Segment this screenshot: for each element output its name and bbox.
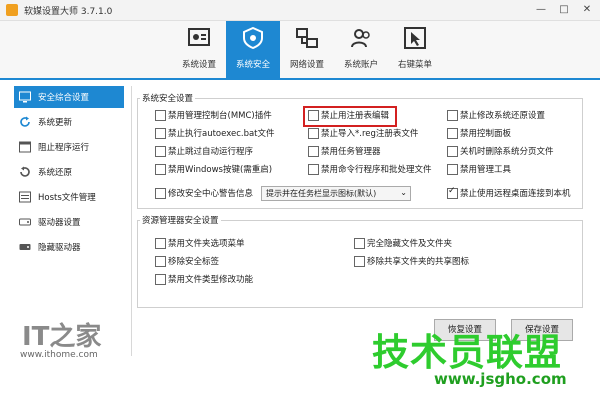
hidden-drive-icon bbox=[19, 244, 31, 250]
sidebar-item-label: 安全综合设置 bbox=[38, 93, 90, 103]
hosts-icon bbox=[19, 191, 31, 203]
title-bar: 软媒设置大师 3.7.1.0 — □ ✕ bbox=[0, 0, 600, 21]
checkbox-box[interactable] bbox=[155, 146, 166, 157]
checkbox-label: 禁用文件夹选项菜单 bbox=[168, 239, 245, 249]
checkbox-box[interactable] bbox=[354, 256, 365, 267]
sidebar-item-system-restore[interactable]: 系统还原 bbox=[14, 161, 124, 183]
window-title: 软媒设置大师 3.7.1.0 bbox=[24, 7, 113, 17]
restore-icon bbox=[20, 166, 30, 177]
checkbox-label: 移除安全标签 bbox=[168, 257, 220, 267]
group-title: 系统安全设置 bbox=[140, 92, 196, 104]
tab-system-security[interactable]: 系统安全 bbox=[226, 21, 280, 78]
settings-panel-icon bbox=[188, 28, 210, 46]
tab-context-menu[interactable]: 右键菜单 bbox=[388, 21, 442, 78]
checkbox-box[interactable] bbox=[155, 164, 166, 175]
sidebar-item-label: Hosts文件管理 bbox=[38, 193, 96, 203]
sidebar-item-security-overview[interactable]: 安全综合设置 bbox=[14, 86, 124, 108]
sidebar-item-hide-drives[interactable]: 隐藏驱动器 bbox=[14, 236, 124, 258]
app-icon bbox=[6, 4, 18, 16]
tab-system-settings[interactable]: 系统设置 bbox=[172, 21, 226, 78]
checkbox-label: 禁用文件类型修改功能 bbox=[168, 275, 254, 285]
checkbox-box[interactable] bbox=[447, 164, 458, 175]
drive-icon bbox=[19, 218, 31, 226]
sidebar-item-hosts-manager[interactable]: Hosts文件管理 bbox=[14, 186, 124, 208]
checkbox-box[interactable] bbox=[155, 238, 166, 249]
checkbox-box[interactable] bbox=[447, 128, 458, 139]
close-button[interactable]: ✕ bbox=[576, 2, 598, 18]
checkbox-label: 禁用命令行程序和批处理文件 bbox=[321, 165, 432, 175]
sidebar-item-label: 系统更新 bbox=[38, 118, 73, 128]
tab-label: 系统账户 bbox=[343, 60, 378, 70]
checkbox-box[interactable] bbox=[447, 110, 458, 121]
tab-system-accounts[interactable]: 系统账户 bbox=[334, 21, 388, 78]
checkbox-box[interactable] bbox=[308, 164, 319, 175]
checkbox-label: 禁用管理工具 bbox=[460, 165, 512, 175]
sidebar-item-system-update[interactable]: 系统更新 bbox=[14, 111, 124, 133]
sidebar-item-block-programs[interactable]: 阻止程序运行 bbox=[14, 136, 124, 158]
checkbox-box[interactable] bbox=[155, 274, 166, 285]
chevron-down-icon: ⌄ bbox=[400, 188, 407, 197]
checkbox-label: 禁止使用远程桌面连接到本机 bbox=[460, 189, 571, 199]
window-icon bbox=[19, 141, 31, 153]
checkbox-box[interactable] bbox=[447, 146, 458, 157]
checkbox-box[interactable] bbox=[447, 186, 458, 199]
checkbox-label: 禁止跳过自动运行程序 bbox=[168, 147, 254, 157]
ithome-logo: IT之家 bbox=[22, 322, 102, 352]
sidebar: 安全综合设置 系统更新 阻止程序运行 系统还原 Hosts文件管理 驱动器设置 … bbox=[14, 86, 124, 261]
group-title: 资源管理器安全设置 bbox=[140, 214, 221, 226]
tab-label: 系统设置 bbox=[181, 60, 216, 70]
jsgho-logo: 技术员联盟 bbox=[372, 331, 562, 374]
cursor-icon bbox=[404, 27, 426, 49]
ithome-url: www.ithome.com bbox=[20, 350, 98, 360]
checkbox-label: 完全隐藏文件及文件夹 bbox=[367, 239, 453, 249]
checkbox-label: 禁用管理控制台(MMC)插件 bbox=[168, 111, 272, 121]
checkbox-box[interactable] bbox=[354, 238, 365, 249]
highlight-frame bbox=[303, 106, 397, 127]
checkbox-box[interactable] bbox=[155, 256, 166, 267]
tab-network-settings[interactable]: 网络设置 bbox=[280, 21, 334, 78]
tab-label: 右键菜单 bbox=[397, 60, 432, 70]
checkbox-label: 禁止导入*.reg注册表文件 bbox=[321, 129, 419, 139]
jsgho-url: www.jsgho.com bbox=[434, 370, 567, 388]
maximize-button[interactable]: □ bbox=[553, 2, 575, 18]
checkbox-box[interactable] bbox=[155, 188, 166, 199]
minimize-button[interactable]: — bbox=[530, 2, 552, 18]
monitor-icon bbox=[19, 91, 31, 103]
security-center-select[interactable]: 提示并在任务栏显示图标(默认) ⌄ bbox=[261, 186, 411, 201]
checkbox-box[interactable] bbox=[308, 146, 319, 157]
checkbox-label: 禁止修改系统还原设置 bbox=[460, 111, 546, 121]
tab-label: 网络设置 bbox=[289, 60, 324, 70]
tab-label: 系统安全 bbox=[235, 60, 270, 70]
refresh-icon bbox=[20, 116, 30, 127]
select-value: 提示并在任务栏显示图标(默认) bbox=[266, 189, 377, 198]
sidebar-item-label: 隐藏驱动器 bbox=[38, 243, 81, 253]
shield-icon bbox=[243, 27, 263, 49]
sidebar-item-label: 阻止程序运行 bbox=[38, 143, 90, 153]
sidebar-item-label: 系统还原 bbox=[38, 168, 73, 178]
sidebar-item-label: 驱动器设置 bbox=[38, 218, 81, 228]
sidebar-item-drive-settings[interactable]: 驱动器设置 bbox=[14, 211, 124, 233]
checkbox-label: 禁用Windows按键(需重启) bbox=[168, 165, 273, 175]
checkbox-box[interactable] bbox=[155, 110, 166, 121]
divider bbox=[131, 86, 132, 356]
users-icon bbox=[351, 29, 370, 48]
network-icon bbox=[296, 28, 318, 48]
checkbox-box[interactable] bbox=[308, 128, 319, 139]
main-toolbar: 系统设置 系统安全 网络设置 系统账户 右键菜单 bbox=[0, 21, 600, 80]
checkbox-label: 关机时删除系统分页文件 bbox=[460, 147, 554, 157]
checkbox-box[interactable] bbox=[155, 128, 166, 139]
checkbox-label: 移除共享文件夹的共享图标 bbox=[367, 257, 470, 267]
checkbox-label: 禁用控制面板 bbox=[460, 129, 512, 139]
checkbox-label: 修改安全中心警告信息 bbox=[168, 189, 254, 199]
checkbox-label: 禁用任务管理器 bbox=[321, 147, 381, 157]
checkbox-label: 禁止执行autoexec.bat文件 bbox=[168, 129, 275, 139]
